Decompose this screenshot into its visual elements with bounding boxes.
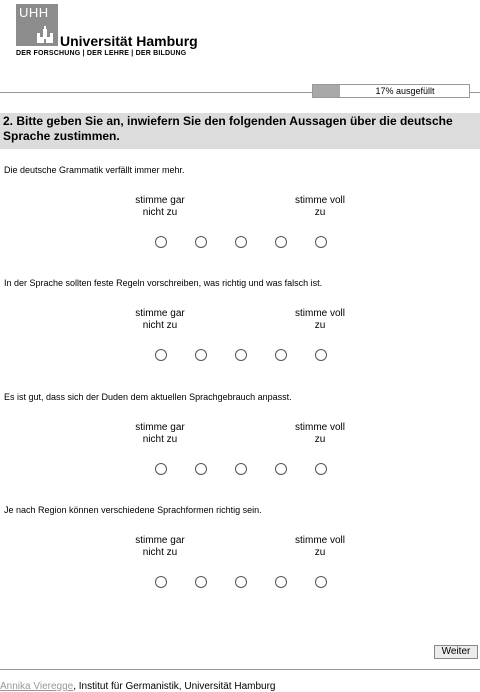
likert-radio-3[interactable] [235,349,247,361]
likert-radio-3[interactable] [235,236,247,248]
castle-icon [37,26,53,43]
likert-radio-2[interactable] [195,236,207,248]
likert-radio-4[interactable] [275,349,287,361]
statement-text: Die deutsche Grammatik verfällt immer me… [4,165,185,175]
university-tagline: DER FORSCHUNG | DER LEHRE | DER BILDUNG [16,50,187,57]
likert-radio-2[interactable] [195,576,207,588]
scale-left-label: stimme gar nicht zu [135,195,185,218]
likert-radio-2[interactable] [195,463,207,475]
statement-text: In der Sprache sollten feste Regeln vors… [4,278,323,288]
likert-radio-3[interactable] [235,463,247,475]
progress-fill [313,85,340,97]
question-title: 2. Bitte geben Sie an, inwiefern Sie den… [0,113,480,149]
university-logo: UHH Universität Hamburg DER FORSCHUNG | … [16,4,198,60]
statement-text: Es ist gut, dass sich der Duden dem aktu… [4,392,292,402]
scale-right-label: stimme voll zu [294,535,345,558]
likert-radio-1[interactable] [155,236,167,248]
university-name: Universität Hamburg [60,33,198,49]
likert-item: In der Sprache sollten feste Regeln vors… [0,278,480,388]
likert-radio-3[interactable] [235,576,247,588]
logo-mark-text: UHH [19,5,49,20]
progress-label: 17% ausgefüllt [375,86,435,96]
likert-radio-2[interactable] [195,349,207,361]
scale-left-label: stimme gar nicht zu [135,422,185,445]
likert-item: Je nach Region können verschiedene Sprac… [0,505,480,615]
scale-left-label: stimme gar nicht zu [135,535,185,558]
uhh-logo-mark: UHH [16,4,58,46]
statement-text: Je nach Region können verschiedene Sprac… [4,505,262,515]
likert-radio-4[interactable] [275,576,287,588]
scale-right-label: stimme voll zu [294,195,345,218]
likert-radio-5[interactable] [315,349,327,361]
scale-right-label: stimme voll zu [294,422,345,445]
likert-radio-4[interactable] [275,236,287,248]
likert-radio-1[interactable] [155,576,167,588]
footer: Annika Vieregge, Institut für Germanisti… [0,681,276,692]
footer-institution: , Institut für Germanistik, Universität … [73,681,276,692]
likert-item: Es ist gut, dass sich der Duden dem aktu… [0,392,480,502]
progress-bar: 17% ausgefüllt [312,84,470,98]
likert-radio-5[interactable] [315,463,327,475]
likert-radio-1[interactable] [155,349,167,361]
likert-radio-5[interactable] [315,576,327,588]
likert-item: Die deutsche Grammatik verfällt immer me… [0,165,480,275]
likert-radio-5[interactable] [315,236,327,248]
next-button[interactable]: Weiter [434,645,478,659]
likert-radio-1[interactable] [155,463,167,475]
scale-left-label: stimme gar nicht zu [135,308,185,331]
footer-divider [0,669,480,670]
author-link[interactable]: Annika Vieregge [0,681,73,692]
likert-radio-4[interactable] [275,463,287,475]
scale-right-label: stimme voll zu [294,308,345,331]
